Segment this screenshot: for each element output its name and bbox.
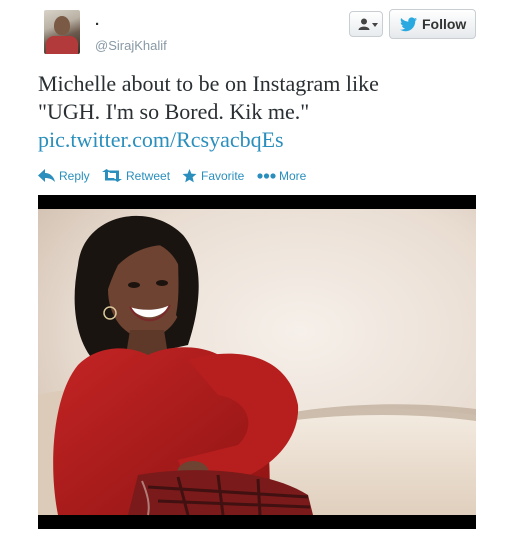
avatar-scarf — [46, 36, 78, 54]
tweet-media-link[interactable]: pic.twitter.com/RcsyacbqEs — [38, 126, 488, 154]
user-icon — [358, 18, 370, 30]
tweet-text-line-2: "UGH. I'm so Bored. Kik me." — [38, 99, 310, 124]
retweet-button[interactable]: Retweet — [102, 167, 174, 187]
user-actions-dropdown[interactable] — [349, 11, 383, 37]
follow-label: Follow — [422, 16, 467, 32]
caret-down-icon — [372, 23, 378, 27]
tweet-card: . @SirajKhalif Follow Michelle about to … — [0, 0, 515, 541]
more-button[interactable]: More — [257, 167, 309, 187]
display-name[interactable]: . — [95, 12, 99, 29]
user-handle[interactable]: @SirajKhalif — [95, 38, 167, 53]
tweet-photo[interactable] — [38, 195, 476, 529]
tweet-text-line-1: Michelle about to be on Instagram like — [38, 71, 379, 96]
retweet-label: Retweet — [126, 169, 171, 183]
favorite-button[interactable]: Favorite — [182, 167, 248, 187]
follow-button[interactable]: Follow — [389, 9, 476, 39]
twitter-bird-icon — [400, 17, 417, 32]
avatar-head — [54, 16, 70, 35]
retweet-icon — [102, 169, 122, 182]
star-icon — [182, 169, 197, 183]
ellipsis-icon — [257, 173, 276, 179]
photo-illustration — [38, 209, 476, 516]
reply-button[interactable]: Reply — [38, 167, 92, 187]
more-label: More — [279, 169, 307, 183]
tweet-text: Michelle about to be on Instagram like "… — [38, 70, 488, 154]
avatar[interactable] — [44, 10, 80, 54]
reply-label: Reply — [59, 169, 90, 183]
favorite-label: Favorite — [201, 169, 245, 183]
reply-icon — [38, 169, 55, 182]
